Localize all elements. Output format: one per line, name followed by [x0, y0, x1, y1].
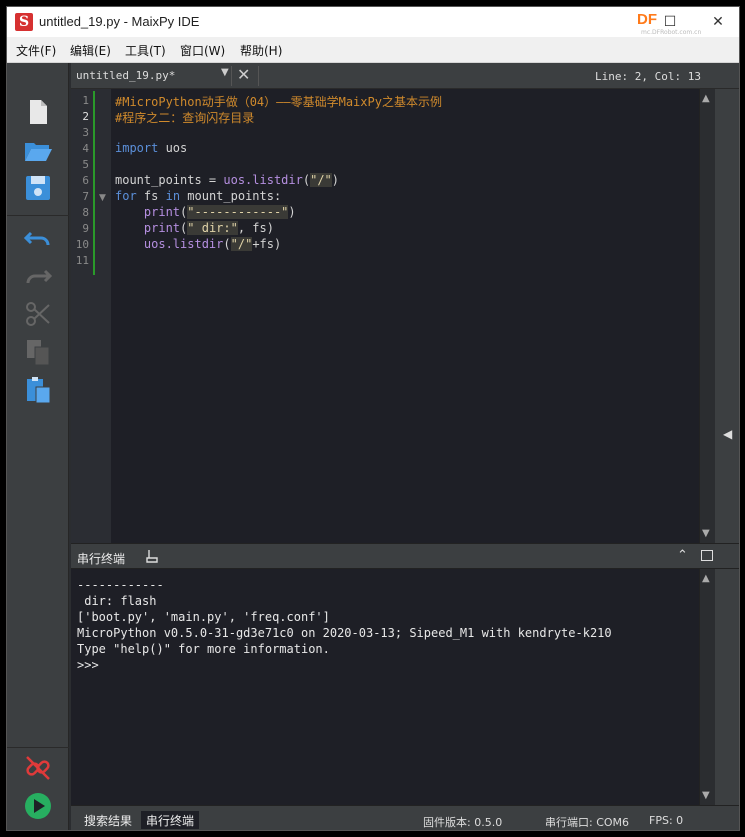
serial-terminal[interactable]: ------------ dir: flash ['boot.py', 'mai… — [71, 569, 699, 805]
terminal-header: 串行终端 ⌃ — [71, 543, 739, 569]
tab-file-name[interactable]: untitled_19.py* — [76, 69, 175, 82]
right-side-panel: ◀ — [715, 89, 739, 543]
paste-icon[interactable] — [23, 375, 53, 405]
terminal-line: ['boot.py', 'main.py', 'freq.conf'] — [77, 610, 330, 624]
undo-icon[interactable] — [23, 223, 53, 253]
line-number: 3 — [82, 126, 89, 139]
redo-icon — [23, 261, 53, 291]
line-number: 4 — [82, 142, 89, 155]
line-number: 1 — [82, 94, 89, 107]
code-line: for fs in mount_points: — [115, 189, 282, 203]
fold-icon[interactable]: ▼ — [99, 193, 106, 203]
scroll-up-icon: ▲ — [702, 573, 710, 584]
window-title: untitled_19.py - MaixPy IDE — [39, 14, 200, 29]
run-icon[interactable] — [23, 791, 53, 821]
scroll-up-icon: ▲ — [702, 93, 710, 104]
serial-port: 串行端口: COM6 — [545, 816, 630, 829]
new-file-icon[interactable] — [23, 97, 53, 127]
clear-terminal-icon[interactable] — [145, 548, 161, 564]
menu-window[interactable]: 窗口(W) — [180, 42, 225, 59]
terminal-side-panel — [715, 569, 739, 805]
ide-window: S untitled_19.py - MaixPy IDE DF mc.DFRo… — [6, 6, 740, 831]
app-icon: S — [15, 13, 33, 31]
terminal-scrollbar[interactable]: ▲ ▼ — [699, 569, 715, 805]
left-toolbar — [7, 63, 69, 830]
code-line: print("------------") — [143, 205, 296, 219]
code-line: import uos — [115, 141, 188, 155]
code-editor[interactable]: 1 2 3 4 5 6 7 ▼ 8 9 10 11 #MicroPython动手… — [71, 89, 699, 543]
menu-help[interactable]: 帮助(H) — [240, 42, 282, 59]
terminal-line: Type "help()" for more information. — [77, 642, 330, 656]
copy-icon — [23, 337, 53, 367]
menu-tools[interactable]: 工具(T) — [125, 42, 166, 59]
chevron-up-icon[interactable]: ⌃ — [677, 548, 688, 563]
line-number: 10 — [75, 238, 89, 251]
scroll-down-icon: ▼ — [702, 790, 710, 801]
line-number: 11 — [75, 254, 89, 267]
close-tab-icon[interactable]: ✕ — [237, 65, 250, 84]
open-folder-icon[interactable] — [23, 135, 53, 165]
save-icon[interactable] — [23, 173, 53, 203]
status-bar: 搜索结果 串行终端 固件版本: 0.5.0 串行端口: COM6 FPS: 0 — [71, 805, 739, 830]
menu-edit[interactable]: 编辑(E) — [70, 42, 111, 59]
code-line: uos.listdir("/"+fs) — [143, 237, 282, 251]
line-number-gutter: 1 2 3 4 5 6 7 ▼ 8 9 10 11 — [71, 89, 111, 543]
disconnect-icon[interactable] — [23, 753, 53, 783]
terminal-line: ------------ — [77, 578, 164, 592]
title-bar: S untitled_19.py - MaixPy IDE DF mc.DFRo… — [7, 7, 739, 37]
editor-tab-bar: untitled_19.py* ▼ ✕ Line: 2, Col: 13 — [71, 63, 739, 89]
line-number: 7 — [82, 190, 89, 203]
code-line: #MicroPython动手做（04）——零基础学MaixPy之基本示例 — [115, 95, 442, 109]
firmware-version: 固件版本: 0.5.0 — [423, 816, 503, 829]
line-number: 5 — [82, 158, 89, 171]
menu-bar: 文件(F) 编辑(E) 工具(T) 窗口(W) 帮助(H) — [7, 37, 739, 63]
terminal-title: 串行终端 — [77, 552, 126, 566]
fps-counter: FPS: 0 — [649, 814, 684, 827]
scroll-down-icon: ▼ — [702, 528, 710, 539]
menu-file[interactable]: 文件(F) — [16, 42, 56, 59]
watermark-logo: DF — [637, 11, 657, 28]
terminal-prompt: >>> — [77, 658, 99, 672]
line-number: 9 — [82, 222, 89, 235]
code-line: #程序之二：查询闪存目录 — [115, 111, 255, 125]
editor-scrollbar[interactable]: ▲ ▼ — [699, 89, 715, 543]
collapse-left-icon[interactable]: ◀ — [723, 427, 732, 441]
terminal-line: MicroPython v0.5.0-31-gd3e71c0 on 2020-0… — [77, 626, 612, 640]
line-number: 2 — [82, 110, 89, 123]
code-line: print(" dir:", fs) — [143, 221, 274, 235]
cut-icon — [23, 299, 53, 329]
tab-serial-terminal[interactable]: 串行终端 — [141, 811, 200, 829]
close-window-icon[interactable]: ✕ — [705, 12, 731, 32]
code-line: mount_points = uos.listdir("/") — [115, 173, 340, 187]
tab-search-results[interactable]: 搜索结果 — [79, 811, 137, 829]
terminal-line: dir: flash — [77, 594, 157, 608]
maximize-icon[interactable]: ☐ — [657, 12, 683, 32]
chevron-down-icon[interactable]: ▼ — [221, 67, 229, 78]
line-number: 8 — [82, 206, 89, 219]
cursor-position: Line: 2, Col: 13 — [595, 70, 701, 83]
panel-toggle-icon[interactable] — [701, 550, 713, 561]
line-number: 6 — [82, 174, 89, 187]
